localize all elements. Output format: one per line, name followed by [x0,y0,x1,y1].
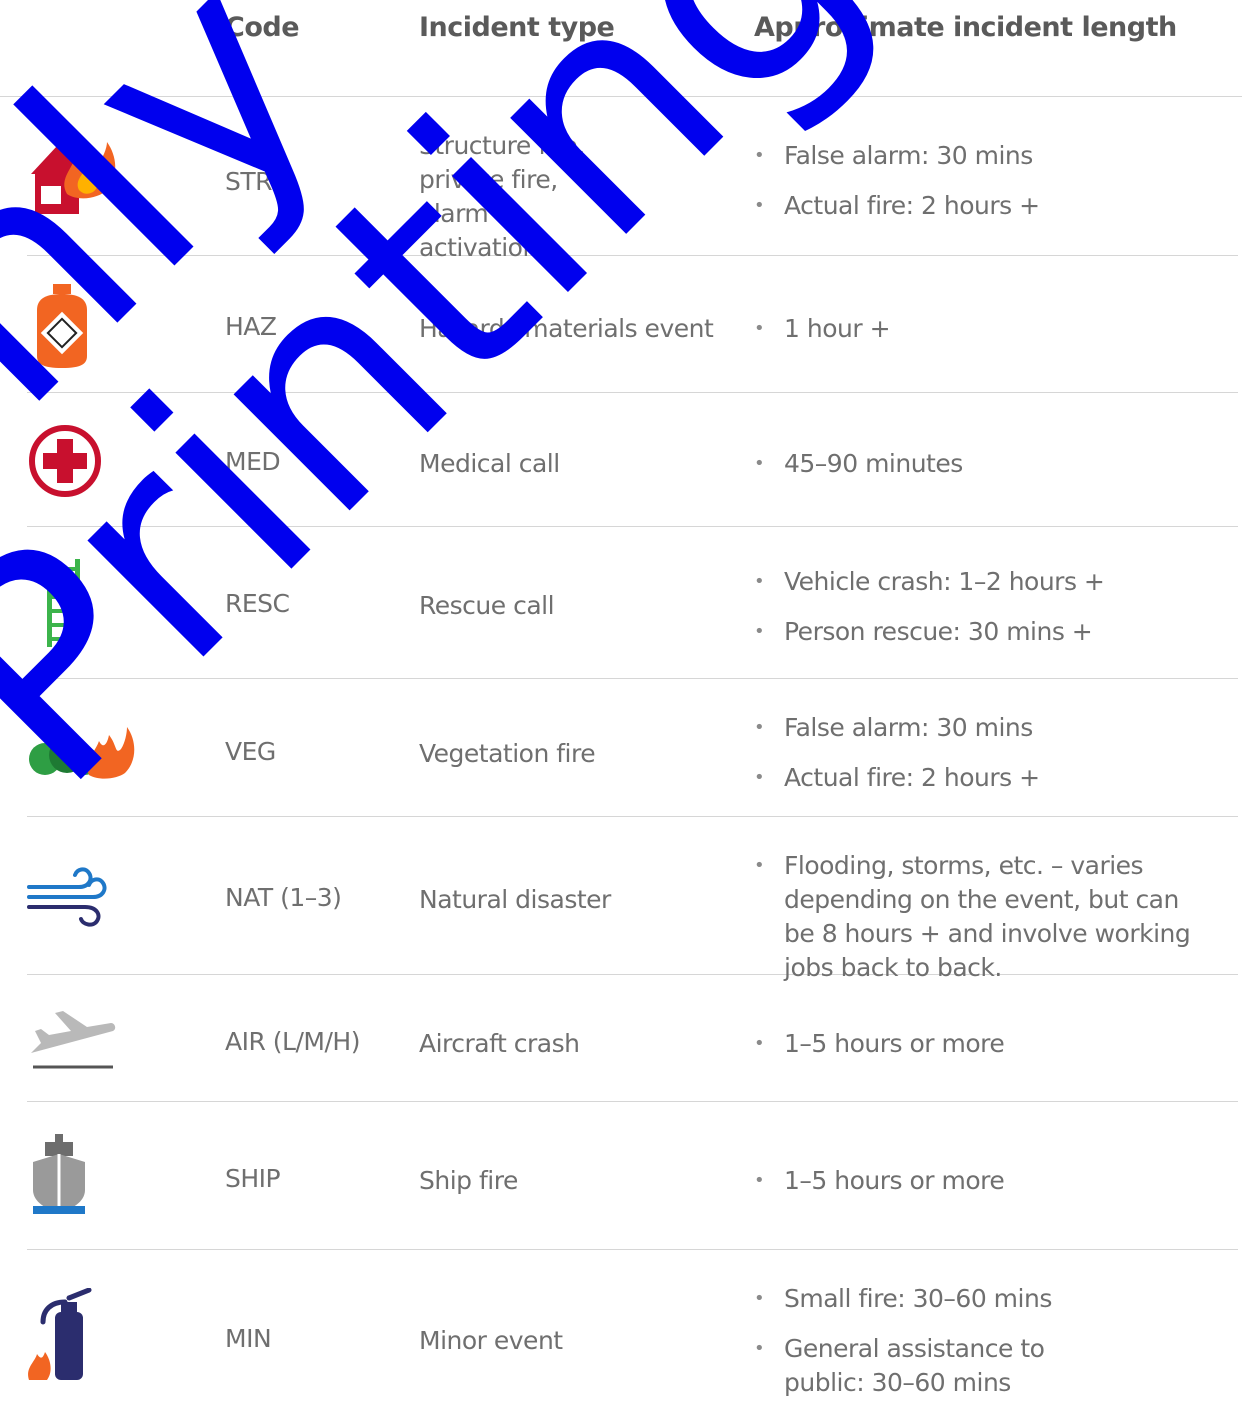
incident-type: Structure fire, private fire, alarm acti… [419,131,585,262]
length-list: False alarm: 30 mins Actual fire: 2 hour… [754,139,1214,223]
table-row: STRU Structure fire, private fire, alarm… [27,97,1238,262]
ladder-icon [27,557,137,649]
fire-extinguisher-icon [27,1288,137,1384]
incident-type: Aircraft crash [419,1029,580,1058]
incident-type: Natural disaster [419,885,611,914]
table-header: Code Incident type Approximate incident … [0,0,1242,97]
house-fire-icon [27,127,137,227]
wind-icon [27,861,137,931]
list-item: Person rescue: 30 mins + [754,615,1214,649]
length-list: 45–90 minutes [754,447,1214,481]
incident-code: RESC [225,589,290,618]
length-list: Vehicle crash: 1–2 hours + Person rescue… [754,565,1214,649]
incident-code: VEG [225,737,276,766]
table-row: NAT (1–3) Natural disaster Flooding, sto… [27,817,1238,982]
list-item: Actual fire: 2 hours + [754,189,1214,223]
ship-icon [27,1132,137,1218]
length-list: 1 hour + [754,312,1214,346]
list-item: False alarm: 30 mins [754,139,1214,173]
incident-type: Minor event [419,1326,563,1355]
list-item: False alarm: 30 mins [754,711,1214,745]
length-list: Small fire: 30–60 mins General assistanc… [754,1282,1074,1400]
incident-code: STRU [225,167,290,196]
length-list: 1–5 hours or more [754,1027,1214,1061]
list-item: General assistance to public: 30–60 mins [754,1332,1074,1400]
table-row: SHIP Ship fire 1–5 hours or more [27,1102,1238,1250]
list-item: 45–90 minutes [754,447,1214,481]
list-item: Actual fire: 2 hours + [754,761,1214,795]
incident-type: Ship fire [419,1166,518,1195]
incident-type: Medical call [419,449,560,478]
incident-code: AIR (L/M/H) [225,1027,360,1056]
incident-code: SHIP [225,1164,281,1193]
list-item: 1–5 hours or more [754,1027,1214,1061]
table-row: HAZ Hazards materials event 1 hour + [27,256,1238,393]
length-list: 1–5 hours or more [754,1164,1214,1198]
hazmat-canister-icon [27,282,137,372]
list-item: Flooding, storms, etc. – varies dependin… [754,849,1194,985]
incident-code: HAZ [225,312,277,341]
list-item: 1–5 hours or more [754,1164,1214,1198]
table-row: MIN Minor event Small fire: 30–60 mins G… [27,1250,1238,1415]
list-item: Small fire: 30–60 mins [754,1282,1074,1316]
table-row: VEG Vegetation fire False alarm: 30 mins… [27,679,1238,817]
incident-type: Vegetation fire [419,739,596,768]
bush-fire-icon [27,721,137,781]
list-item: Vehicle crash: 1–2 hours + [754,565,1214,599]
medical-cross-icon [27,423,137,499]
incident-code: MIN [225,1324,272,1353]
table-row: AIR (L/M/H) Aircraft crash 1–5 hours or … [27,975,1238,1102]
header-incident-type: Incident type [419,12,615,43]
airplane-icon [27,1005,137,1071]
length-list: Flooding, storms, etc. – varies dependin… [754,849,1194,985]
incident-type: Rescue call [419,591,555,620]
table-row: RESC Rescue call Vehicle crash: 1–2 hour… [27,527,1238,679]
incident-type: Hazards materials event [419,314,714,343]
length-list: False alarm: 30 mins Actual fire: 2 hour… [754,711,1214,795]
incident-code: MED [225,447,281,476]
table-row: MED Medical call 45–90 minutes [27,393,1238,527]
incident-code: NAT (1–3) [225,883,342,912]
header-code: Code [225,12,300,43]
header-incident-length: Approximate incident length [754,12,1177,43]
list-item: 1 hour + [754,312,1214,346]
